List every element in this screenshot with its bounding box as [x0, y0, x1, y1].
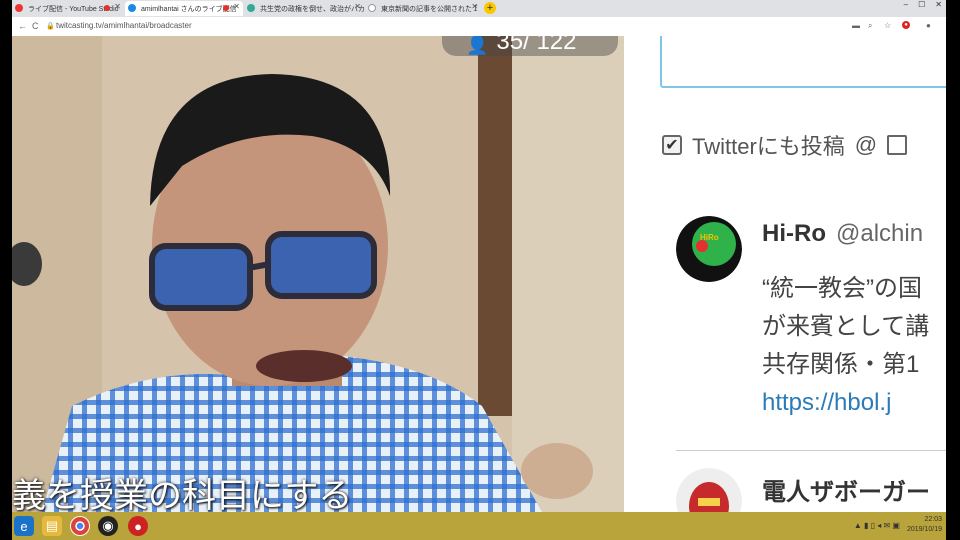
copy-icon[interactable] [887, 135, 908, 155]
tweet-line: 共存関係・第1 [762, 351, 920, 378]
maximize-button[interactable]: ☐ [918, 0, 925, 9]
reload-button[interactable]: C [32, 21, 39, 31]
system-tray-icons[interactable]: ▲ ▮ ▯ ◂ ✉ ▣ [854, 521, 900, 530]
caption-subtitle: 義を授業の科目にする [12, 476, 353, 512]
close-icon[interactable]: ✕ [471, 2, 478, 11]
tweet-body: “統一教会”の国 が来賓として講 共存関係・第1 https://hbol.j [762, 270, 929, 422]
site-icon [247, 4, 255, 12]
twitter-post-label: Twitterにも投稿 [692, 134, 845, 159]
obs-icon[interactable]: ◉ [98, 516, 118, 536]
comment-sidebar: ✔ Twitterにも投稿 @ HiRo Hi-Ro @alchin “統一教会”… [624, 36, 946, 512]
tweet-link[interactable]: https://hbol.j [762, 384, 929, 422]
tab-twitcasting[interactable]: amimlhantai さんのライブ配信 ✕ [125, 1, 243, 16]
chrome-icon[interactable] [70, 516, 90, 536]
divider [676, 450, 946, 451]
new-tab-button[interactable]: + [484, 2, 496, 14]
recording-icon [223, 5, 229, 11]
clock-date: 2019/10/19 [906, 526, 942, 533]
tweet-line: が来賓として講 [762, 313, 930, 340]
right-letterbox [946, 0, 960, 540]
lock-icon: 🔒 [46, 23, 55, 30]
tab-news-article[interactable]: 共生党の政権を倒せ、政治がバカに ✕ [244, 1, 364, 16]
mention-icon[interactable]: @ [855, 132, 877, 158]
tab-tokyo-shimbun[interactable]: 東京新聞の記事を公開されたＩ ✕ [365, 1, 481, 16]
avatar-image [676, 468, 742, 512]
zoom-icon[interactable]: ⌕ [868, 21, 872, 31]
window-controls: – ☐ ✕ [904, 0, 942, 9]
twitcasting-icon [128, 4, 136, 12]
tab-label: 東京新聞の記事を公開されたＩ [381, 5, 479, 13]
close-icon[interactable]: ✕ [114, 2, 121, 11]
video-frame-image [12, 36, 624, 512]
youtube-icon [15, 4, 23, 12]
avatar[interactable]: HiRo [676, 216, 742, 282]
back-button[interactable]: ← [18, 21, 27, 31]
recording-icon [104, 5, 110, 11]
author-name: 電人ザボーガー [762, 479, 930, 506]
webcam-video: 👤 35/ 122 義を授業の科目にする [12, 36, 624, 512]
close-icon[interactable]: ✕ [233, 2, 240, 11]
tweet-line: “統一教会”の国 [762, 275, 922, 302]
windows-taskbar: e ▤ ◉ ● ▲ ▮ ▯ ◂ ✉ ▣ 22:03 2019/10/19 [12, 512, 946, 540]
svg-text:HiRo: HiRo [700, 233, 719, 242]
browser-window-chrome: ライブ配信 - YouTube Studio ✕ amimlhantai さんの… [12, 0, 946, 37]
author-handle: @alchin [835, 220, 924, 247]
avatar-image: HiRo [676, 216, 742, 282]
author-name: Hi-Ro [762, 220, 826, 247]
address-bar-row: ← C 🔒 twitcasting.tv/amimlhantai/broadca… [12, 17, 946, 37]
tab-youtube-studio[interactable]: ライブ配信 - YouTube Studio ✕ [12, 1, 124, 16]
viewer-count: 35/ 122 [496, 36, 577, 55]
close-icon[interactable]: ✕ [354, 2, 361, 11]
recorder-icon[interactable]: ● [128, 516, 148, 536]
tweet-author[interactable]: 電人ザボーガー [762, 472, 930, 507]
site-icon [368, 4, 376, 12]
profile-icon[interactable]: ● [926, 21, 931, 30]
tab-strip: ライブ配信 - YouTube Studio ✕ amimlhantai さんの… [12, 0, 946, 17]
left-letterbox [0, 0, 12, 540]
extension-icon[interactable]: ● [902, 21, 910, 29]
url-field[interactable]: twitcasting.tv/amimlhantai/broadcaster [56, 21, 192, 30]
twitter-post-option[interactable]: ✔ Twitterにも投稿 @ [662, 129, 908, 161]
cast-icon[interactable]: ▬ [852, 21, 860, 30]
clock[interactable]: 22:03 2019/10/19 [907, 515, 942, 535]
star-icon[interactable]: ☆ [884, 21, 891, 30]
close-window-button[interactable]: ✕ [935, 0, 942, 9]
tweet-author[interactable]: Hi-Ro @alchin [762, 220, 923, 248]
clock-time: 22:03 [924, 516, 942, 523]
avatar[interactable] [676, 468, 742, 512]
explorer-icon[interactable]: ▤ [42, 516, 62, 536]
tab-label: 共生党の政権を倒せ、政治がバカに [260, 5, 364, 13]
comment-input[interactable] [660, 36, 946, 88]
ie-icon[interactable]: e [14, 516, 34, 536]
twitter-post-checkbox[interactable]: ✔ [662, 135, 682, 155]
person-icon: 👤 [466, 36, 489, 55]
viewer-count-badge: 👤 35/ 122 [442, 36, 618, 56]
minimize-button[interactable]: – [904, 0, 908, 9]
